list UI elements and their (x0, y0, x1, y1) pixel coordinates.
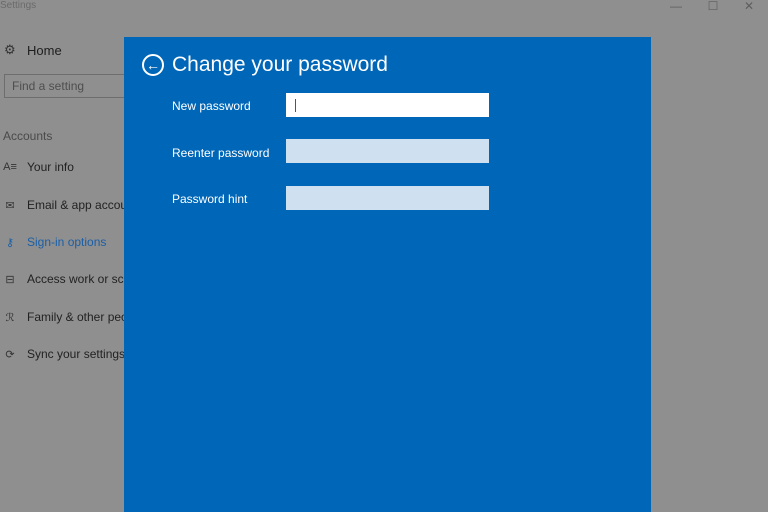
sidebar-item-label: Sign-in options (27, 235, 107, 249)
minimize-button[interactable]: — (661, 0, 691, 14)
password-hint-field[interactable] (286, 186, 489, 210)
sidebar-home-label: Home (27, 42, 62, 58)
sidebar-item-email-accounts[interactable]: ✉ Email & app accounts (2, 195, 143, 215)
new-password-label: New password (172, 99, 251, 113)
title-bar: Settings — ☐ ✕ (0, 0, 768, 14)
maximize-button[interactable]: ☐ (698, 0, 728, 14)
search-input[interactable] (5, 75, 133, 97)
family-icon: ℛ (5, 311, 15, 324)
close-button[interactable]: ✕ (734, 0, 764, 14)
gear-icon: ⚙ (4, 42, 16, 57)
sidebar-item-sign-in-options[interactable]: ⚷ Sign-in options (2, 232, 106, 252)
sidebar-home[interactable]: ⚙ Home (4, 40, 62, 60)
person-card-icon: A≡ (3, 161, 17, 173)
sidebar-item-your-info[interactable]: A≡ Your info (2, 157, 74, 177)
search-box[interactable] (4, 74, 134, 98)
reenter-password-field[interactable] (286, 139, 489, 163)
reenter-password-label: Reenter password (172, 146, 270, 160)
section-heading: Accounts (3, 129, 53, 143)
briefcase-icon: ⊟ (5, 273, 15, 286)
password-hint-label: Password hint (172, 192, 248, 206)
text-caret (295, 99, 296, 112)
back-arrow-icon: ← (146, 57, 160, 73)
sidebar-item-sync[interactable]: ⟳ Sync your settings (2, 344, 125, 364)
back-button[interactable]: ← (142, 54, 164, 76)
change-password-dialog: ← Change your password New password Reen… (124, 37, 651, 512)
sidebar-item-family[interactable]: ℛ Family & other people (2, 307, 144, 327)
mail-icon: ✉ (5, 199, 15, 212)
sidebar-item-label: Your info (27, 160, 74, 174)
key-icon: ⚷ (5, 236, 15, 249)
sidebar-item-label: Sync your settings (27, 347, 126, 361)
new-password-field[interactable] (286, 93, 489, 117)
dialog-title: Change your password (172, 53, 388, 76)
sync-icon: ⟳ (5, 348, 15, 361)
app-title: Settings (0, 0, 37, 11)
